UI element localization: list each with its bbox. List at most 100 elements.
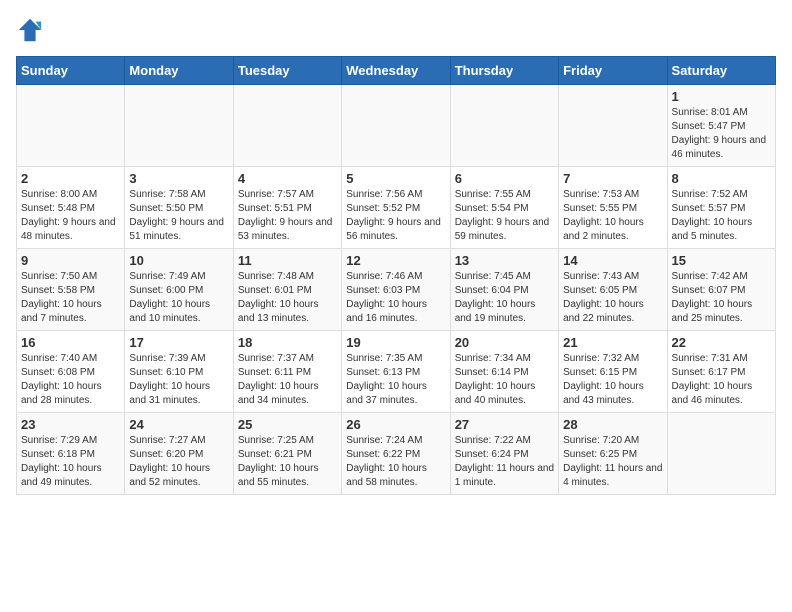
calendar-cell: 5Sunrise: 7:56 AMSunset: 5:52 PMDaylight… [342,167,450,249]
day-number: 19 [346,335,445,350]
day-number: 23 [21,417,120,432]
calendar-cell: 2 Sunrise: 8:00 AMSunset: 5:48 PMDaylight… [17,167,125,249]
day-info: Sunrise: 7:43 AMSunset: 6:05 PMDaylight:… [563,270,662,326]
calendar-cell: 23 Sunrise: 7:29 AMSunset: 6:18 PMDayligh… [17,413,125,495]
day-number: 26 [346,417,445,432]
logo-icon [16,16,44,44]
calendar-cell: 11 Sunrise: 7:48 AMSunset: 6:01 PMDayligh… [233,249,341,331]
day-info: Sunrise: 7:35 AMSunset: 6:13 PMDaylight:… [346,352,445,408]
day-info: Sunrise: 7:50 AMSunset: 5:58 PMDaylight:… [21,270,120,326]
day-info: Sunrise: 7:52 AMSunset: 5:57 PMDaylight:… [672,188,771,244]
day-info: Sunrise: 7:49 AMSunset: 6:00 PMDaylight:… [129,270,228,326]
day-info: Sunrise: 7:24 AMSunset: 6:22 PMDaylight:… [346,434,445,490]
day-number: 25 [238,417,337,432]
header-tuesday: Tuesday [233,57,341,85]
calendar-week-row: 16 Sunrise: 7:40 AMSunset: 6:08 PMDayligh… [17,331,776,413]
calendar-cell: 18 Sunrise: 7:37 AMSunset: 6:11 PMDayligh… [233,331,341,413]
calendar-cell: 6 Sunrise: 7:55 AMSunset: 5:54 PMDaylight… [450,167,558,249]
calendar-table: SundayMondayTuesdayWednesdayThursdayFrid… [16,56,776,495]
day-info: Sunrise: 7:40 AMSunset: 6:08 PMDaylight:… [21,352,120,408]
calendar-cell: 26 Sunrise: 7:24 AMSunset: 6:22 PMDayligh… [342,413,450,495]
calendar-cell: 8Sunrise: 7:52 AMSunset: 5:57 PMDaylight… [667,167,775,249]
calendar-cell: 13 Sunrise: 7:45 AMSunset: 6:04 PMDayligh… [450,249,558,331]
calendar-cell [17,85,125,167]
day-info: Sunrise: 7:56 AMSunset: 5:52 PMDaylight:… [346,188,445,244]
page-header [16,16,776,44]
calendar-cell: 10Sunrise: 7:49 AMSunset: 6:00 PMDayligh… [125,249,233,331]
calendar-cell: 7 Sunrise: 7:53 AMSunset: 5:55 PMDaylight… [559,167,667,249]
calendar-cell [342,85,450,167]
calendar-cell: 1 Sunrise: 8:01 AMSunset: 5:47 PMDaylight… [667,85,775,167]
header-saturday: Saturday [667,57,775,85]
calendar-cell: 28 Sunrise: 7:20 AMSunset: 6:25 PMDayligh… [559,413,667,495]
day-number: 9 [21,253,120,268]
day-info: Sunrise: 7:31 AMSunset: 6:17 PMDaylight:… [672,352,771,408]
calendar-cell: 25 Sunrise: 7:25 AMSunset: 6:21 PMDayligh… [233,413,341,495]
day-number: 7 [563,171,662,186]
day-info: Sunrise: 7:55 AMSunset: 5:54 PMDaylight:… [455,188,554,244]
header-sunday: Sunday [17,57,125,85]
calendar-cell: 24Sunrise: 7:27 AMSunset: 6:20 PMDayligh… [125,413,233,495]
header-thursday: Thursday [450,57,558,85]
calendar-cell: 21Sunrise: 7:32 AMSunset: 6:15 PMDayligh… [559,331,667,413]
day-number: 2 [21,171,120,186]
day-info: Sunrise: 7:22 AMSunset: 6:24 PMDaylight:… [455,434,554,490]
day-number: 4 [238,171,337,186]
day-info: Sunrise: 7:29 AMSunset: 6:18 PMDaylight:… [21,434,120,490]
calendar-week-row: 9 Sunrise: 7:50 AMSunset: 5:58 PMDaylight… [17,249,776,331]
calendar-cell: 16 Sunrise: 7:40 AMSunset: 6:08 PMDayligh… [17,331,125,413]
day-number: 13 [455,253,554,268]
day-number: 6 [455,171,554,186]
calendar-week-row: 2 Sunrise: 8:00 AMSunset: 5:48 PMDaylight… [17,167,776,249]
day-info: Sunrise: 7:32 AMSunset: 6:15 PMDaylight:… [563,352,662,408]
day-info: Sunrise: 7:37 AMSunset: 6:11 PMDaylight:… [238,352,337,408]
day-number: 17 [129,335,228,350]
day-number: 16 [21,335,120,350]
calendar-cell: 9 Sunrise: 7:50 AMSunset: 5:58 PMDaylight… [17,249,125,331]
day-number: 18 [238,335,337,350]
calendar-cell [667,413,775,495]
day-info: Sunrise: 7:25 AMSunset: 6:21 PMDaylight:… [238,434,337,490]
calendar-cell: 19 Sunrise: 7:35 AMSunset: 6:13 PMDayligh… [342,331,450,413]
day-info: Sunrise: 7:48 AMSunset: 6:01 PMDaylight:… [238,270,337,326]
header-monday: Monday [125,57,233,85]
day-number: 14 [563,253,662,268]
day-info: Sunrise: 7:34 AMSunset: 6:14 PMDaylight:… [455,352,554,408]
calendar-header-row: SundayMondayTuesdayWednesdayThursdayFrid… [17,57,776,85]
logo [16,16,48,44]
calendar-cell [450,85,558,167]
header-wednesday: Wednesday [342,57,450,85]
calendar-cell: 17 Sunrise: 7:39 AMSunset: 6:10 PMDayligh… [125,331,233,413]
day-number: 11 [238,253,337,268]
day-number: 27 [455,417,554,432]
day-number: 28 [563,417,662,432]
calendar-cell [125,85,233,167]
day-number: 12 [346,253,445,268]
calendar-cell: 27 Sunrise: 7:22 AMSunset: 6:24 PMDayligh… [450,413,558,495]
day-info: Sunrise: 7:57 AMSunset: 5:51 PMDaylight:… [238,188,337,244]
day-info: Sunrise: 7:42 AMSunset: 6:07 PMDaylight:… [672,270,771,326]
day-number: 1 [672,89,771,104]
calendar-cell: 15 Sunrise: 7:42 AMSunset: 6:07 PMDayligh… [667,249,775,331]
calendar-cell: 3Sunrise: 7:58 AMSunset: 5:50 PMDaylight… [125,167,233,249]
day-info: Sunrise: 8:00 AMSunset: 5:48 PMDaylight:… [21,188,120,244]
day-number: 3 [129,171,228,186]
day-info: Sunrise: 7:20 AMSunset: 6:25 PMDaylight:… [563,434,662,490]
day-info: Sunrise: 7:45 AMSunset: 6:04 PMDaylight:… [455,270,554,326]
calendar-cell: 12Sunrise: 7:46 AMSunset: 6:03 PMDayligh… [342,249,450,331]
day-info: Sunrise: 7:27 AMSunset: 6:20 PMDaylight:… [129,434,228,490]
day-info: Sunrise: 7:39 AMSunset: 6:10 PMDaylight:… [129,352,228,408]
calendar-cell: 20 Sunrise: 7:34 AMSunset: 6:14 PMDayligh… [450,331,558,413]
day-number: 20 [455,335,554,350]
calendar-week-row: 23 Sunrise: 7:29 AMSunset: 6:18 PMDayligh… [17,413,776,495]
header-friday: Friday [559,57,667,85]
calendar-cell: 4 Sunrise: 7:57 AMSunset: 5:51 PMDaylight… [233,167,341,249]
calendar-cell: 22Sunrise: 7:31 AMSunset: 6:17 PMDayligh… [667,331,775,413]
calendar-cell [559,85,667,167]
day-info: Sunrise: 8:01 AMSunset: 5:47 PMDaylight:… [672,106,771,162]
calendar-cell [233,85,341,167]
calendar-cell: 14 Sunrise: 7:43 AMSunset: 6:05 PMDayligh… [559,249,667,331]
day-info: Sunrise: 7:53 AMSunset: 5:55 PMDaylight:… [563,188,662,244]
day-number: 15 [672,253,771,268]
calendar-week-row: 1 Sunrise: 8:01 AMSunset: 5:47 PMDaylight… [17,85,776,167]
